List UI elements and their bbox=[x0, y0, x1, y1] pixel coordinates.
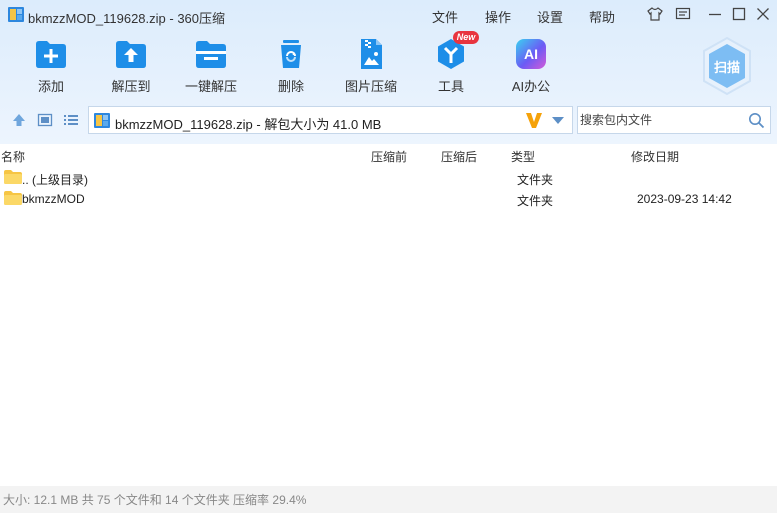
extract-to-label: 解压到 bbox=[111, 79, 151, 94]
tools-button[interactable]: 工具 bbox=[416, 38, 486, 94]
folder-icon bbox=[4, 170, 22, 184]
scan-label: 扫描 bbox=[713, 60, 740, 75]
column-header-compressed-before[interactable]: 压缩前 bbox=[371, 148, 407, 165]
ai-office-icon: AI bbox=[516, 39, 546, 69]
top-area: bkmzzMOD_119628.zip - 360压缩 文件 操作 设置 帮助 bbox=[0, 0, 777, 144]
column-header-modified[interactable]: 修改日期 bbox=[631, 148, 679, 165]
column-header-compressed-after[interactable]: 压缩后 bbox=[441, 148, 477, 165]
address-bar[interactable]: bkmzzMOD_119628.zip - 解包大小为 41.0 MB bbox=[88, 106, 573, 134]
v-logo-icon[interactable] bbox=[525, 110, 543, 130]
row-name: bkmzzMOD bbox=[22, 192, 85, 206]
ai-office-button[interactable]: AI AI办公 bbox=[496, 38, 566, 94]
column-header-type[interactable]: 类型 bbox=[511, 148, 535, 165]
title-bar: bkmzzMOD_119628.zip - 360压缩 文件 操作 设置 帮助 bbox=[0, 0, 777, 30]
one-click-extract-icon bbox=[196, 41, 226, 68]
address-path: bkmzzMOD_119628.zip - 解包大小为 41.0 MB bbox=[115, 117, 382, 132]
search-icon[interactable] bbox=[748, 112, 765, 129]
one-click-extract-label: 一键解压 bbox=[184, 79, 237, 94]
row-type: 文件夹 bbox=[517, 194, 554, 208]
scan-button[interactable]: 扫描 bbox=[700, 36, 754, 96]
ai-office-label: AI办公 bbox=[511, 79, 551, 94]
table-row[interactable]: .. (上级目录) 文件夹 bbox=[0, 167, 777, 188]
close-icon[interactable] bbox=[755, 6, 771, 22]
image-compress-button[interactable]: 图片压缩 bbox=[336, 38, 406, 94]
extract-to-button[interactable]: 解压到 bbox=[96, 38, 166, 94]
feedback-icon[interactable] bbox=[675, 6, 691, 22]
ai-icon-text: AI bbox=[524, 46, 538, 62]
row-date: 2023-09-23 14:42 bbox=[637, 192, 732, 206]
skin-icon[interactable] bbox=[647, 6, 663, 22]
add-button[interactable]: 添加 bbox=[16, 38, 86, 94]
column-header-name[interactable]: 名称 bbox=[1, 148, 25, 165]
delete-label: 删除 bbox=[277, 79, 304, 94]
image-compress-icon bbox=[361, 39, 382, 69]
maximize-icon[interactable] bbox=[731, 6, 747, 22]
search-input[interactable] bbox=[580, 110, 740, 130]
minimize-icon[interactable] bbox=[707, 6, 723, 22]
zip-app-icon bbox=[8, 7, 24, 22]
one-click-extract-button[interactable]: 一键解压 bbox=[176, 38, 246, 94]
delete-button[interactable]: 删除 bbox=[256, 38, 326, 94]
add-icon bbox=[36, 41, 66, 68]
up-level-icon[interactable] bbox=[11, 112, 27, 128]
extract-to-icon bbox=[116, 41, 146, 68]
row-name: .. (上级目录) bbox=[22, 173, 88, 187]
new-badge: New bbox=[453, 31, 479, 44]
table-row[interactable]: bkmzzMOD 文件夹 2023-09-23 14:42 bbox=[0, 188, 777, 209]
image-compress-label: 图片压缩 bbox=[344, 79, 397, 94]
zip-file-icon bbox=[94, 113, 110, 128]
status-bar: 大小: 12.1 MB 共 75 个文件和 14 个文件夹 压缩率 29.4% bbox=[0, 486, 777, 513]
list-view-icon[interactable] bbox=[63, 112, 79, 128]
add-label: 添加 bbox=[37, 79, 64, 94]
delete-icon bbox=[281, 40, 301, 68]
row-type: 文件夹 bbox=[517, 173, 554, 187]
menu-file[interactable]: 文件 bbox=[432, 7, 458, 26]
file-list: 名称 压缩前 压缩后 类型 修改日期 .. (上级目录) 文件夹 bkmzzMO… bbox=[0, 144, 777, 486]
search-box[interactable] bbox=[577, 106, 771, 134]
thumbnail-view-icon[interactable] bbox=[37, 112, 53, 128]
chevron-down-icon[interactable] bbox=[552, 117, 564, 125]
menu-help[interactable]: 帮助 bbox=[589, 7, 615, 26]
folder-icon bbox=[4, 191, 22, 205]
window-title: bkmzzMOD_119628.zip - 360压缩 bbox=[28, 11, 226, 26]
menu-operation[interactable]: 操作 bbox=[485, 7, 511, 26]
status-text: 大小: 12.1 MB 共 75 个文件和 14 个文件夹 压缩率 29.4% bbox=[3, 493, 307, 507]
tools-label: 工具 bbox=[437, 79, 464, 94]
menu-settings[interactable]: 设置 bbox=[537, 7, 563, 26]
